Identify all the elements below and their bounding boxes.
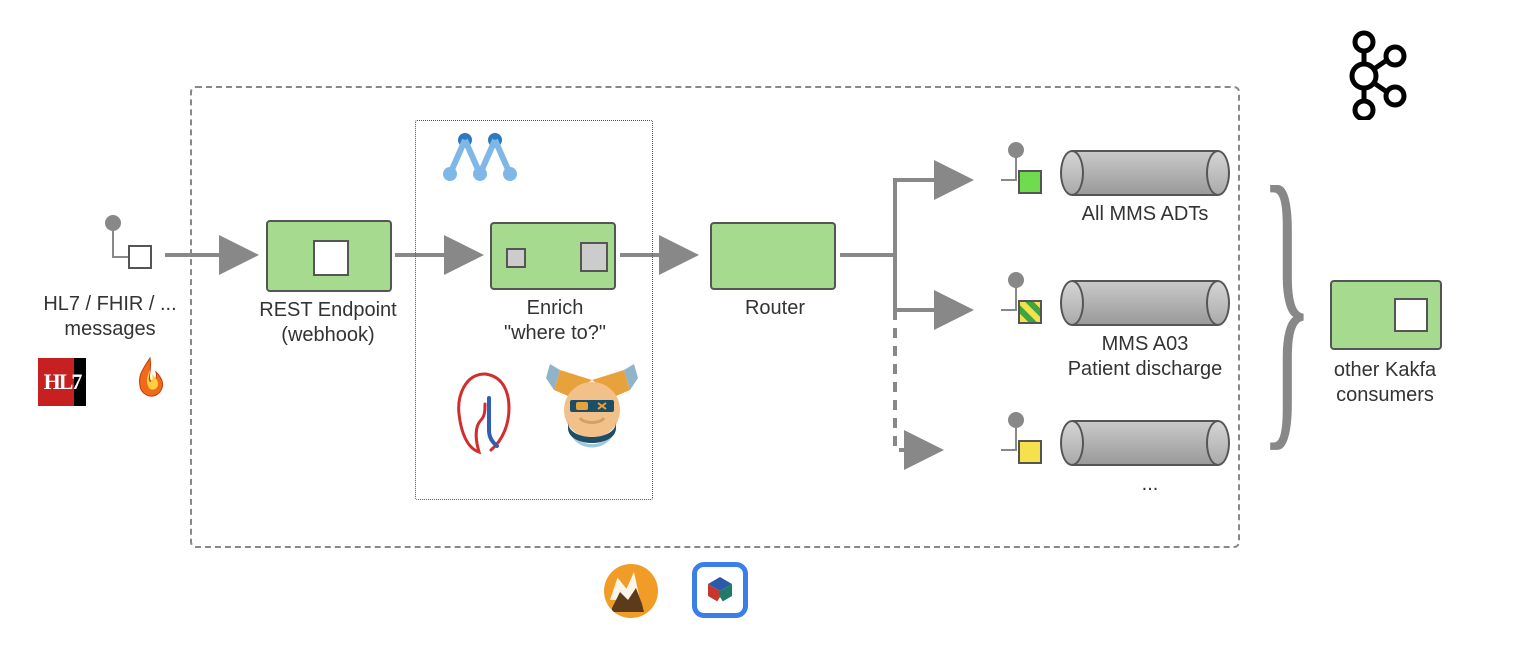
small-payload-icon xyxy=(506,248,526,268)
enrich-node xyxy=(490,222,616,290)
fhir-flame-icon xyxy=(130,356,170,406)
router-label: Router xyxy=(720,296,830,321)
router-node xyxy=(710,222,836,290)
m-logo-icon xyxy=(440,130,520,187)
consumer-label: other Kakfa consumers xyxy=(1310,358,1460,408)
rest-endpoint-node xyxy=(266,220,392,292)
input-label: HL7 / FHIR / ... messages xyxy=(20,292,200,342)
topic-cylinder-icon xyxy=(1060,150,1230,196)
rest-endpoint-label: REST Endpoint (webhook) xyxy=(228,298,428,348)
enrich-label: Enrich "where to?" xyxy=(460,296,650,346)
output-1-label: All MMS ADTs xyxy=(1050,202,1240,227)
topic-cylinder-icon xyxy=(1060,280,1230,326)
payload-box-icon xyxy=(313,240,349,276)
architecture-diagram: HL7 / FHIR / ... messages HL7 REST Endpo… xyxy=(0,0,1536,646)
topic-color-badge xyxy=(1018,170,1042,194)
consumer-node xyxy=(1330,280,1442,350)
hl7-logo-icon: HL7 xyxy=(38,358,86,406)
odin-icon xyxy=(540,362,644,477)
message-square-icon xyxy=(128,245,152,269)
kafka-icon xyxy=(1340,30,1410,120)
topic-color-badge xyxy=(1018,440,1042,464)
large-payload-icon xyxy=(580,242,608,272)
output-3-label: ... xyxy=(1110,472,1190,497)
curly-brace-icon: } xyxy=(1260,140,1314,460)
topic-color-badge xyxy=(1018,300,1042,324)
topic-cylinder-icon xyxy=(1060,420,1230,466)
kaoto-cube-icon xyxy=(692,562,748,618)
rules-engine-icon xyxy=(445,368,525,463)
output-2-label: MMS A03 Patient discharge xyxy=(1040,332,1250,382)
payload-box-icon xyxy=(1394,298,1428,332)
apache-camel-icon xyxy=(604,564,658,618)
